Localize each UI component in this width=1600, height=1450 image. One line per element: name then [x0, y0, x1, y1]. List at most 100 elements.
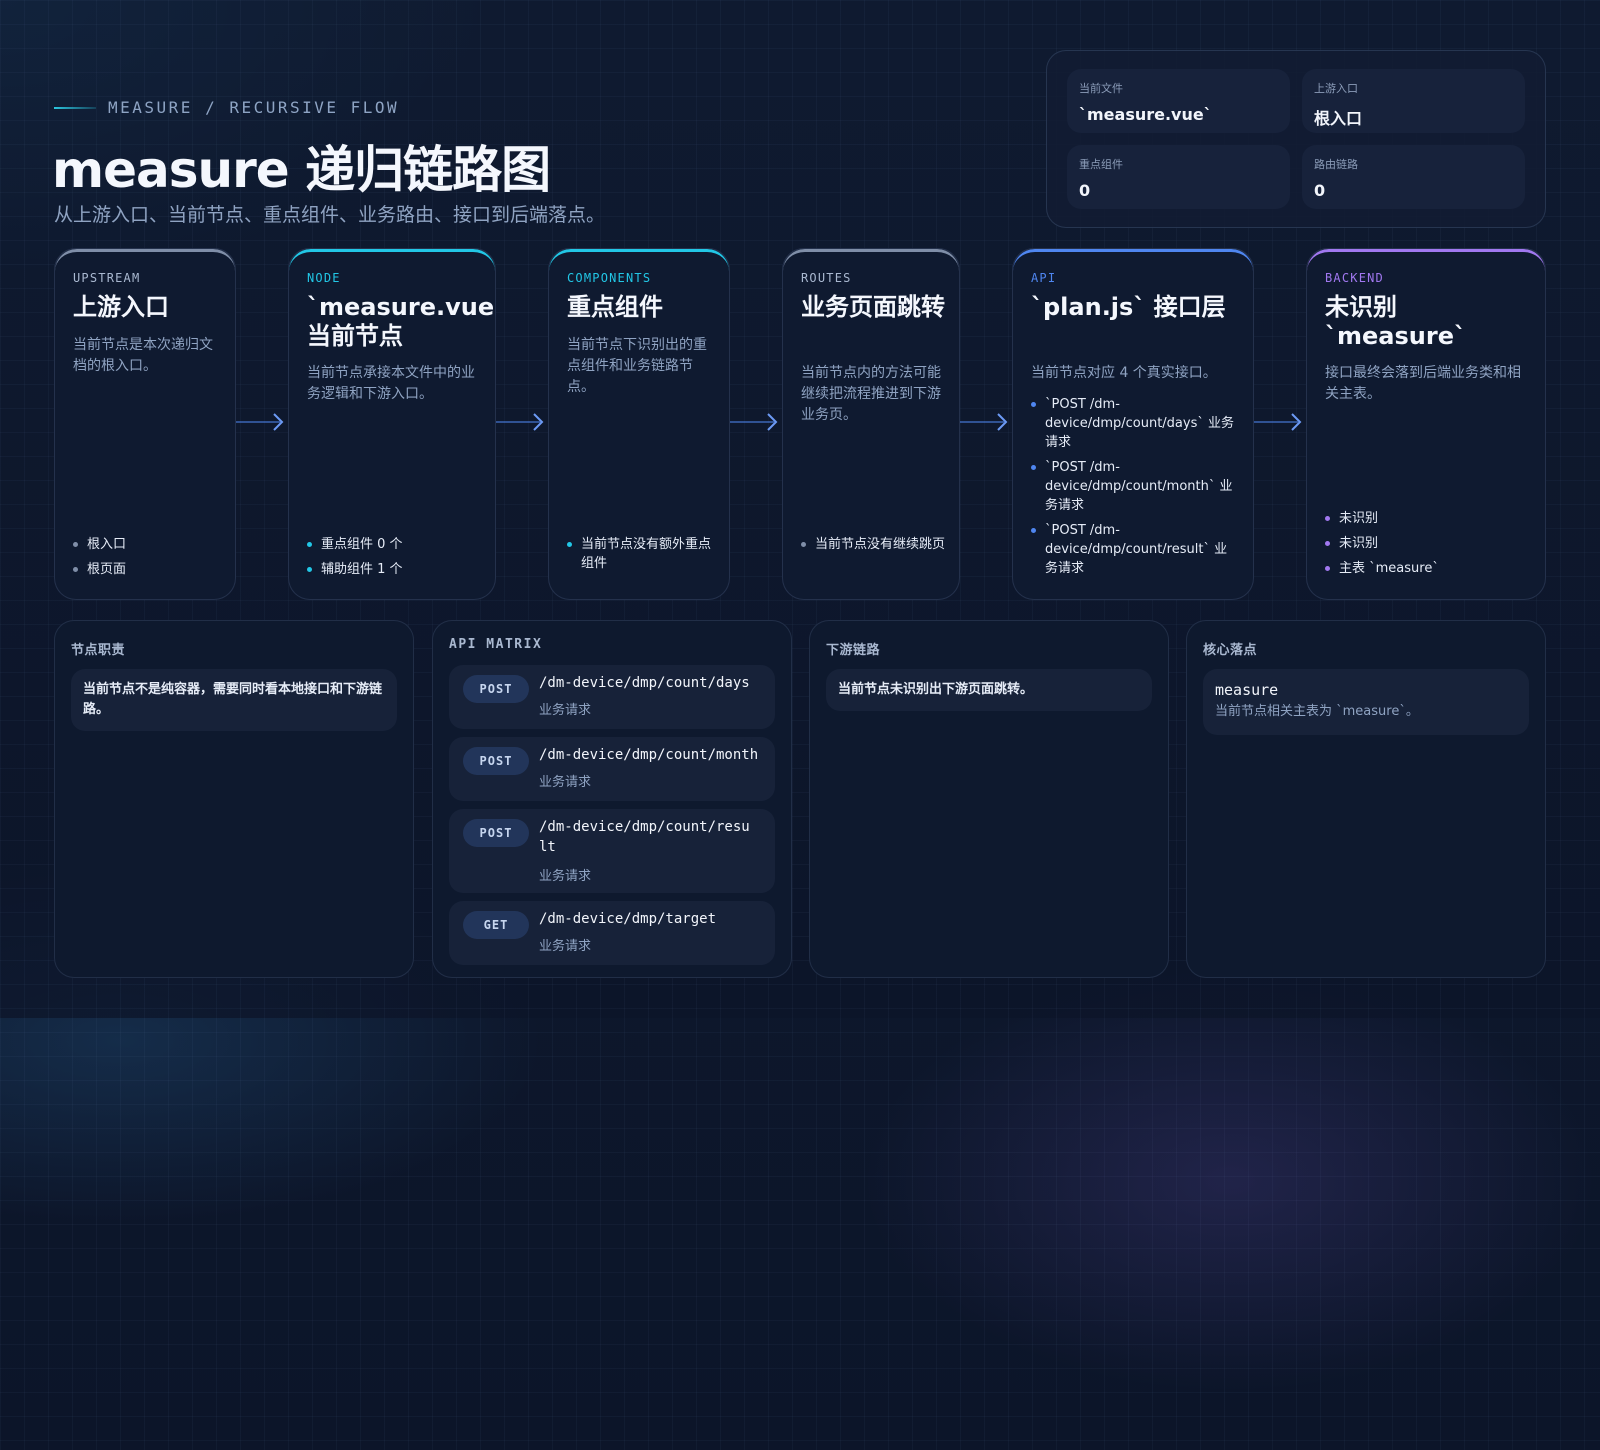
- card-list: `POST /dm-device/dmp/count/days` 业务请求 `P…: [1031, 389, 1239, 578]
- bullet-dot: [1031, 528, 1036, 533]
- api-row[interactable]: POST /dm-device/dmp/count/result 业务请求: [449, 809, 775, 893]
- card-description: 当前节点承接本文件中的业务逻辑和下游入口。: [307, 365, 475, 402]
- list-item-text: 未识别: [1339, 511, 1379, 526]
- api-row[interactable]: POST /dm-device/dmp/count/month 业务请求: [449, 737, 775, 801]
- list-item: 主表 `measure`: [1325, 559, 1531, 578]
- api-description: 业务请求: [539, 703, 592, 718]
- card-description: 当前节点对应 4 个真实接口。: [1031, 365, 1217, 381]
- list-item: 当前节点没有额外重点组件: [567, 535, 715, 573]
- bullet-dot: [73, 542, 78, 547]
- http-method-badge: GET: [463, 911, 529, 939]
- bullet-dot: [567, 542, 572, 547]
- card-title: 上游入口: [73, 293, 169, 321]
- panel-title: API MATRIX: [449, 637, 543, 652]
- panel-title: 下游链路: [826, 643, 881, 658]
- bullet-dot: [307, 567, 312, 572]
- stat-label: 重点组件: [1079, 158, 1123, 171]
- list-item: `POST /dm-device/dmp/count/month` 业务请求: [1031, 458, 1239, 515]
- card-accent: [549, 249, 729, 271]
- core-table-description: 当前节点相关主表为 `measure`。: [1215, 704, 1419, 719]
- http-method-badge: POST: [463, 819, 529, 847]
- list-item: 当前节点没有继续跳页: [801, 535, 945, 554]
- card-title: `plan.js` 接口层: [1031, 293, 1226, 321]
- api-path: /dm-device/dmp/count/month: [539, 747, 759, 763]
- card-title: 重点组件: [567, 293, 663, 321]
- flow-card-upstream: UPSTREAM 上游入口 当前节点是本次递归文档的根入口。 根入口 根页面: [54, 248, 236, 600]
- list-item: `POST /dm-device/dmp/count/result` 业务请求: [1031, 521, 1239, 578]
- page-title: measure 递归链路图: [52, 141, 551, 199]
- stat-label: 路由链路: [1314, 158, 1358, 171]
- api-row[interactable]: POST /dm-device/dmp/count/days 业务请求: [449, 665, 775, 729]
- list-item-text: 当前节点没有额外重点组件: [581, 537, 712, 571]
- stat-routes: 路由链路 0: [1302, 145, 1525, 209]
- bullet-dot: [1325, 566, 1330, 571]
- stat-label: 上游入口: [1314, 82, 1358, 95]
- list-item: 根入口: [73, 535, 221, 554]
- flow-card-routes: ROUTES 业务页面跳转 当前节点内的方法可能继续把流程推进到下游业务页。 当…: [782, 248, 960, 600]
- list-item: `POST /dm-device/dmp/count/days` 业务请求: [1031, 395, 1239, 452]
- card-description: 当前节点是本次递归文档的根入口。: [73, 337, 213, 374]
- stat-key-components: 重点组件 0: [1067, 145, 1290, 209]
- card-accent: [1013, 249, 1253, 271]
- panel-node-duty: 节点职责 当前节点不是纯容器，需要同时看本地接口和下游链路。: [54, 620, 414, 978]
- list-item-text: 根入口: [87, 537, 127, 552]
- duty-note: 当前节点不是纯容器，需要同时看本地接口和下游链路。: [71, 669, 397, 731]
- card-accent: [1307, 249, 1545, 271]
- api-path: /dm-device/dmp/target: [539, 911, 717, 927]
- api-description: 业务请求: [539, 775, 592, 790]
- card-title: `measure.vue` 当前节点: [307, 293, 496, 350]
- list-item-text: `POST /dm-device/dmp/count/result` 业务请求: [1045, 523, 1228, 576]
- stat-label: 当前文件: [1079, 82, 1123, 95]
- flow-arrow-icon: [236, 413, 284, 431]
- page-subtitle: 从上游入口、当前节点、重点组件、业务路由、接口到后端落点。: [54, 204, 606, 226]
- card-title: 业务页面跳转: [801, 293, 945, 321]
- bullet-dot: [1031, 465, 1036, 470]
- card-kicker: COMPONENTS: [567, 271, 652, 285]
- list-item: 未识别: [1325, 509, 1531, 528]
- card-accent: [289, 249, 495, 271]
- panel-downstream: 下游链路 当前节点未识别出下游页面跳转。: [809, 620, 1169, 978]
- list-item: 辅助组件 1 个: [307, 560, 481, 579]
- api-row[interactable]: GET /dm-device/dmp/target 业务请求: [449, 901, 775, 965]
- http-method-badge: POST: [463, 675, 529, 703]
- card-description: 接口最终会落到后端业务类和相关主表。: [1325, 365, 1521, 402]
- stat-current-file: 当前文件 `measure.vue`: [1067, 69, 1290, 133]
- card-kicker: API: [1031, 271, 1057, 285]
- card-list: 根入口 根页面: [73, 529, 221, 579]
- card-kicker: NODE: [307, 271, 341, 285]
- card-kicker: BACKEND: [1325, 271, 1384, 285]
- flow-arrow-icon: [730, 413, 778, 431]
- http-method-badge: POST: [463, 747, 529, 775]
- stat-upstream: 上游入口 根入口: [1302, 69, 1525, 133]
- api-description: 业务请求: [539, 939, 592, 954]
- bullet-dot: [801, 542, 806, 547]
- stat-value: 0: [1079, 181, 1091, 200]
- bullet-dot: [1325, 516, 1330, 521]
- downstream-note: 当前节点未识别出下游页面跳转。: [826, 669, 1152, 711]
- flow-arrow-icon: [960, 413, 1008, 431]
- api-path: /dm-device/dmp/count/days: [539, 675, 750, 691]
- list-item: 重点组件 0 个: [307, 535, 481, 554]
- stats-panel: 当前文件 `measure.vue` 上游入口 根入口 重点组件 0 路由链路 …: [1046, 50, 1546, 228]
- flow-card-node: NODE `measure.vue` 当前节点 当前节点承接本文件中的业务逻辑和…: [288, 248, 496, 600]
- panel-title: 核心落点: [1203, 643, 1258, 658]
- list-item-text: 主表 `measure`: [1339, 561, 1439, 576]
- bullet-dot: [1325, 541, 1330, 546]
- flow-arrow-icon: [1254, 413, 1302, 431]
- card-accent: [55, 249, 235, 271]
- list-item-text: 重点组件 0 个: [321, 537, 403, 552]
- flow-card-backend: BACKEND 未识别 `measure` 接口最终会落到后端业务类和相关主表。…: [1306, 248, 1546, 600]
- flow-card-api: API `plan.js` 接口层 当前节点对应 4 个真实接口。 `POST …: [1012, 248, 1254, 600]
- card-kicker: ROUTES: [801, 271, 852, 285]
- flow-card-components: COMPONENTS 重点组件 当前节点下识别出的重点组件和业务链路节点。 当前…: [548, 248, 730, 600]
- flow-arrow-icon: [496, 413, 544, 431]
- eyebrow: MEASURE / RECURSIVE FLOW: [54, 98, 399, 117]
- list-item-text: 辅助组件 1 个: [321, 562, 403, 577]
- panel-title: 节点职责: [71, 643, 126, 658]
- bullet-dot: [73, 567, 78, 572]
- card-description: 当前节点内的方法可能继续把流程推进到下游业务页。: [801, 365, 941, 423]
- core-table-name: measure: [1215, 681, 1279, 699]
- list-item-text: `POST /dm-device/dmp/count/days` 业务请求: [1045, 397, 1235, 450]
- bullet-dot: [307, 542, 312, 547]
- card-list: 重点组件 0 个 辅助组件 1 个: [307, 529, 481, 579]
